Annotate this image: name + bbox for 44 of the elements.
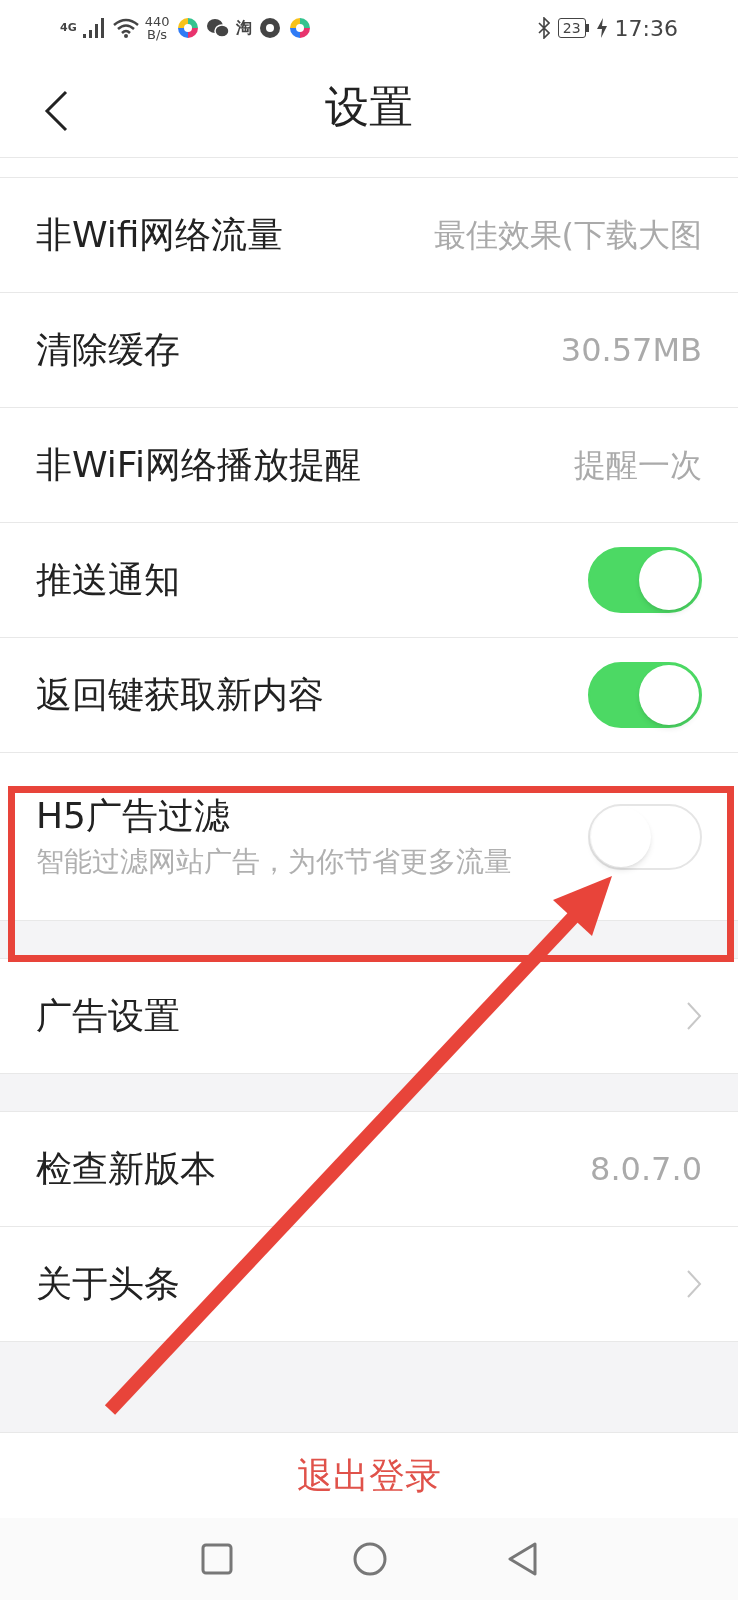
settings-row[interactable]: 广告设置 [0, 959, 738, 1074]
taobao-icon: 淘 [235, 16, 252, 40]
setting-label: 返回键获取新内容 [36, 677, 324, 713]
setting-value: 8.0.7.0 [590, 1153, 702, 1185]
settings-row[interactable]: 非Wifi网络流量 最佳效果(下载大图 [0, 178, 738, 293]
setting-value: 30.57MB [560, 334, 702, 366]
settings-row[interactable]: H5广告过滤 智能过滤网站广告，为你节省更多流量 [0, 753, 738, 921]
settings-row[interactable]: 检查新版本 8.0.7.0 [0, 1112, 738, 1227]
speed-unit: B/s [147, 28, 168, 41]
wifi-icon [112, 18, 139, 38]
app-icon [287, 16, 312, 40]
chevron-right-icon [686, 1001, 702, 1031]
settings-row[interactable]: 非WiFi网络播放提醒 提醒一次 [0, 408, 738, 523]
recents-icon[interactable] [201, 1543, 233, 1575]
app-icon [175, 16, 200, 40]
setting-label: 推送通知 [36, 562, 180, 598]
setting-label: 检查新版本 [36, 1151, 216, 1187]
setting-description: 智能过滤网站广告，为你节省更多流量 [36, 847, 512, 876]
setting-label: H5广告过滤 [36, 797, 231, 834]
chevron-right-icon [686, 1269, 702, 1299]
setting-label: 非Wifi网络流量 [36, 217, 284, 253]
setting-value: 最佳效果(下载大图 [433, 219, 702, 251]
network-type: 4G [60, 19, 77, 36]
page-title: 设置 [325, 79, 413, 134]
signal-icon [82, 18, 107, 38]
bluetooth-icon [537, 17, 550, 39]
settings-row[interactable]: 清除缓存 30.57MB [0, 293, 738, 408]
charging-icon [596, 18, 607, 38]
battery-icon: 23 [557, 18, 589, 38]
setting-label: 广告设置 [36, 998, 180, 1034]
network-speed: 440 [144, 15, 170, 28]
clock: 17:36 [614, 14, 678, 43]
settings-row[interactable]: 返回键获取新内容 [0, 638, 738, 753]
logout-button[interactable]: 退出登录 [0, 1432, 738, 1518]
chat-icon [205, 17, 230, 39]
setting-label: 清除缓存 [36, 332, 180, 368]
settings-row[interactable]: 推送通知 [0, 523, 738, 638]
app-icon [257, 16, 282, 40]
back-icon[interactable] [44, 90, 68, 132]
setting-label: 关于头条 [36, 1266, 180, 1302]
setting-label: 非WiFi网络播放提醒 [36, 447, 361, 483]
settings-row[interactable]: 关于头条 [0, 1227, 738, 1342]
home-icon[interactable] [353, 1542, 387, 1576]
setting-value: 提醒一次 [574, 449, 702, 481]
